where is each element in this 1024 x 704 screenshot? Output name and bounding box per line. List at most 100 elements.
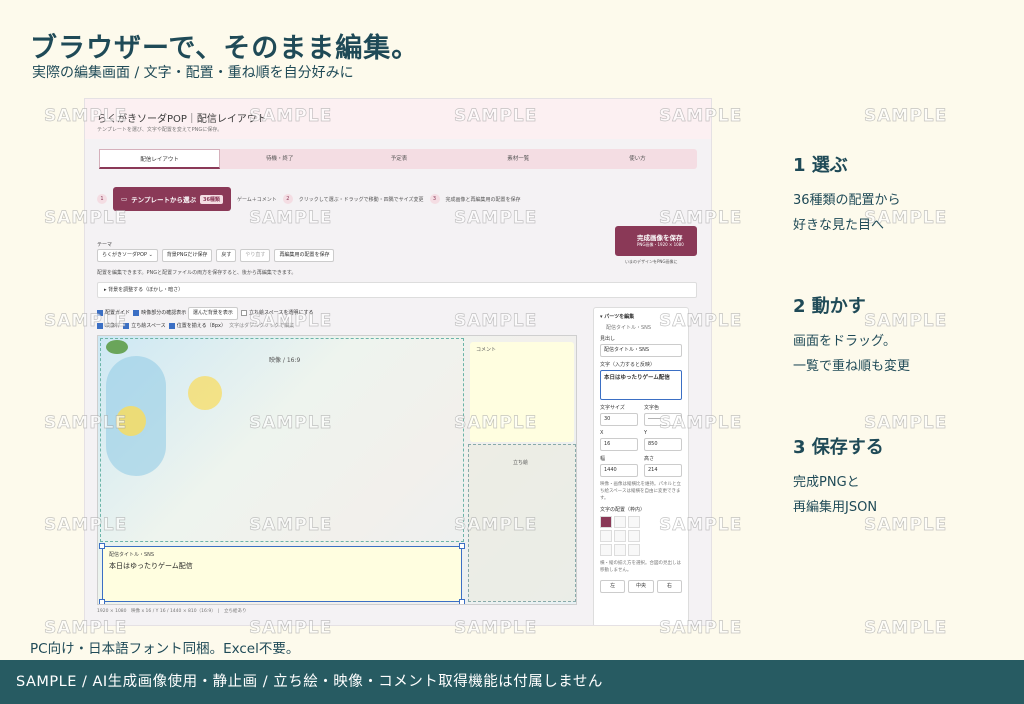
save-image-button[interactable]: 完成画像を保存 PNG画像・1920 × 1080 <box>615 226 697 256</box>
align-top-left[interactable] <box>600 516 612 528</box>
mask-label: 映像枠 <box>105 323 121 329</box>
mask-checkbox[interactable] <box>97 322 103 329</box>
align-center-button[interactable]: 中央 <box>628 580 654 593</box>
align-note: 横・縦の揃え方を選択。合図の見出しは移動しません。 <box>600 561 681 573</box>
align-bottom-left[interactable] <box>600 544 612 556</box>
hero-subtitle: 実際の編集画面 / 文字・配置・重ね順を自分好みに <box>32 65 354 81</box>
save-image-label: 完成画像を保存 <box>637 234 683 242</box>
tab-schedule[interactable]: 予定表 <box>339 149 458 169</box>
watermark: SAMPLE <box>864 618 948 639</box>
align-bottom-center[interactable] <box>614 544 626 556</box>
pc-note: PC向け・日本語フォント同梱。Excel不要。 <box>30 641 300 657</box>
panel-part-name: 配信タイトル・SNS <box>606 325 652 331</box>
transparent-label: 立ち絵スペースを透明にする <box>249 310 314 316</box>
tab-howto[interactable]: 使い方 <box>578 149 697 169</box>
feature-2-title: 2 動かす <box>793 296 866 317</box>
tab-standby[interactable]: 待機・終了 <box>220 149 339 169</box>
align-left-button[interactable]: 左 <box>600 580 626 593</box>
tab-bar: 配信レイアウト 待機・終了 予定表 素材一覧 使い方 <box>99 149 697 169</box>
step-1-number: 1 <box>97 194 107 204</box>
stream-title-label: 配信タイトル・SNS <box>109 552 155 558</box>
resize-handle-bottom-right[interactable] <box>459 599 465 604</box>
watermark: SAMPLE <box>864 413 948 434</box>
video-frame-label: 映像 / 16:9 <box>269 357 301 364</box>
guide-checkbox[interactable] <box>97 309 103 316</box>
heading-input[interactable]: 配信タイトル・SNS <box>600 344 682 357</box>
text-input[interactable]: 本日はゆったりゲーム配信 <box>600 370 682 400</box>
template-button-label: テンプレートから選ぶ <box>131 196 196 204</box>
comment-panel-label: コメント <box>476 347 497 353</box>
undo-button[interactable]: 戻す <box>216 249 237 262</box>
options-block: 配置ガイド 映像部分の確認表示 選んだ背景を表示 立ち絵スペースを透明にする 映… <box>97 307 313 333</box>
current-template-text: ゲーム＋コメント <box>236 196 277 203</box>
video-check-checkbox[interactable] <box>133 309 140 316</box>
bg-adjust-toggle[interactable]: ▸ 背景を調整する（ぼかし・暗さ） <box>97 282 697 298</box>
transparent-checkbox[interactable] <box>241 309 248 316</box>
panel-header[interactable]: ▾ パーツを編集 <box>600 313 682 320</box>
feature-1-line-2: 好きな見た目へ <box>793 218 885 233</box>
resize-handle-top-right[interactable] <box>459 543 465 549</box>
align-right-button[interactable]: 右 <box>656 580 682 593</box>
save-bg-png-button[interactable]: 背景PNGだけ保存 <box>161 249 213 262</box>
template-count-badge: 36種類 <box>199 194 223 204</box>
feature-2-line-1: 画面をドラッグ。 <box>793 334 896 349</box>
font-color-label: 文字色 <box>644 405 660 411</box>
template-button[interactable]: ▭ テンプレートから選ぶ 36種類 <box>113 187 231 211</box>
align-middle-right[interactable] <box>628 530 640 542</box>
stream-title-box[interactable]: 配信タイトル・SNS 本日はゆったりゲーム配信 <box>99 543 465 604</box>
video-frame[interactable]: 映像 / 16:9 <box>100 338 464 542</box>
redo-button[interactable]: やり直す <box>240 249 271 262</box>
hero-title: ブラウザーで、そのまま編集。 <box>30 33 420 64</box>
canvas-footer: 1920 × 1080 映像 x 16 / Y 16 / 1440 × 810（… <box>97 609 247 614</box>
width-input[interactable]: 1440 <box>600 464 638 477</box>
align-top-center[interactable] <box>614 516 626 528</box>
feature-1-desc: 36種類の配置から 好きな見た目へ <box>793 188 901 238</box>
editor-screenshot: らくがきソーダPOP｜配信レイアウト テンプレートを選び、文字や配置を変えてPN… <box>84 98 712 626</box>
theme-toolbar: らくがきソーダPOP ⌄ 背景PNGだけ保存 戻す やり直す 再編集用の配置を保… <box>97 249 335 262</box>
height-input[interactable]: 214 <box>644 464 682 477</box>
edit-hint: 文字はダブルクリックで編集 <box>229 323 295 329</box>
feature-3-desc: 完成PNGと 再編集用JSON <box>793 470 877 520</box>
feature-3-line-1: 完成PNGと <box>793 475 860 490</box>
character-space-label: 立ち絵 <box>513 460 529 466</box>
step-3-text: 完成画像と再編集用の配置を保存 <box>445 196 521 203</box>
tab-assets[interactable]: 素材一覧 <box>459 149 578 169</box>
tab-layout[interactable]: 配信レイアウト <box>99 149 221 169</box>
y-input[interactable]: 850 <box>644 438 682 451</box>
theme-label: テーマ <box>97 242 113 248</box>
font-size-input[interactable]: 30 <box>600 413 638 426</box>
step-3-number: 3 <box>429 194 440 204</box>
character-space[interactable]: 立ち絵 <box>468 444 576 602</box>
app-header: らくがきソーダPOP｜配信レイアウト テンプレートを選び、文字や配置を変えてPN… <box>85 99 711 139</box>
font-color-picker[interactable]: ――― <box>644 413 682 426</box>
feature-2-line-2: 一覧で重ね順も変更 <box>793 359 911 374</box>
stand-space-checkbox[interactable] <box>123 322 130 329</box>
watermark: SAMPLE <box>864 311 948 332</box>
align-top-right[interactable] <box>628 516 640 528</box>
heading-label: 見出し <box>600 336 616 342</box>
comment-panel[interactable]: コメント <box>470 342 574 442</box>
resize-handle-top-left[interactable] <box>99 543 105 549</box>
feature-3-line-2: 再編集用JSON <box>793 500 878 515</box>
template-icon: ▭ <box>121 195 128 203</box>
snap-checkbox[interactable] <box>168 322 175 329</box>
layout-canvas[interactable]: 映像 / 16:9 コメント 立ち絵 配信タイトル・SNS 本日はゆったりゲーム… <box>97 335 577 605</box>
app-description: テンプレートを選び、文字や配置を変えてPNGに保存。 <box>97 127 223 133</box>
step-2-text: クリックして選ぶ・ドラッグで移動・四隅でサイズ変更 <box>298 196 424 203</box>
align-middle-left[interactable] <box>600 530 612 542</box>
resize-note: 映像・画像は縦横比を維持。パネルと立ち絵スペースは縦横を自由に変更できます。 <box>600 482 681 501</box>
save-image-sub: PNG画像・1920 × 1080 <box>637 242 684 247</box>
step-bar: 1 ▭ テンプレートから選ぶ 36種類 ゲーム＋コメント 2 クリックして選ぶ・… <box>97 187 521 211</box>
resize-handle-bottom-left[interactable] <box>99 599 105 604</box>
align-middle-center[interactable] <box>614 530 626 542</box>
x-label: X <box>600 430 604 436</box>
stream-title-text: 本日はゆったりゲーム配信 <box>109 562 193 570</box>
chevron-down-icon: ⌄ <box>148 252 153 258</box>
video-check-label: 映像部分の確認表示 <box>141 310 187 316</box>
video-bg-select[interactable]: 選んだ背景を表示 <box>187 307 238 320</box>
save-layout-button[interactable]: 再編集用の配置を保存 <box>274 249 335 262</box>
theme-select-value: らくがきソーダPOP <box>102 252 147 258</box>
align-bottom-right[interactable] <box>628 544 640 556</box>
x-input[interactable]: 16 <box>600 438 638 451</box>
theme-select[interactable]: らくがきソーダPOP ⌄ <box>97 249 158 262</box>
